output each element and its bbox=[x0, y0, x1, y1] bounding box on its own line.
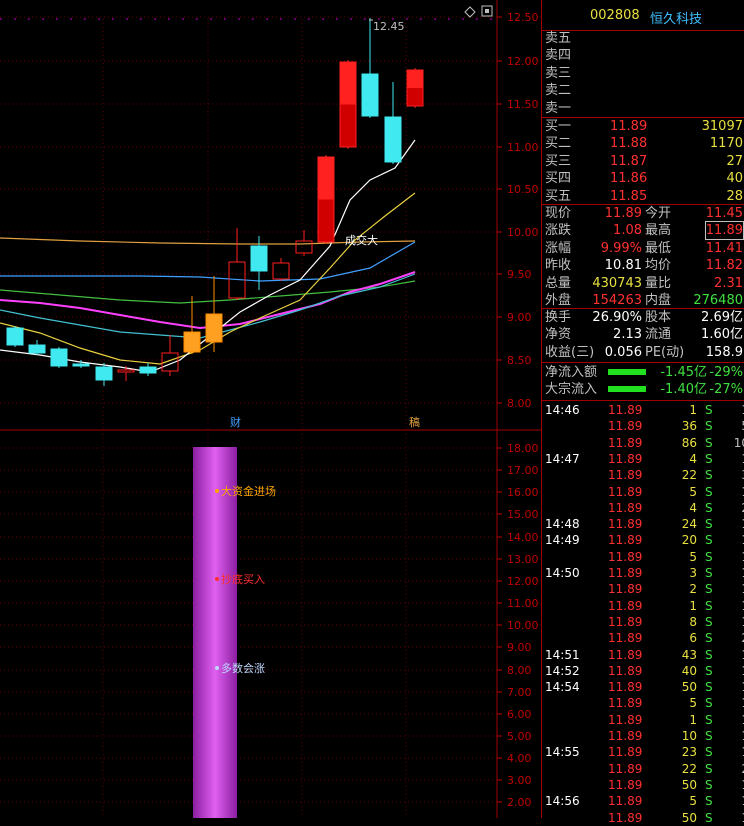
tick-row: 14:5411.8950S1 bbox=[545, 680, 744, 695]
tick-row: 14:5111.8943S1 bbox=[545, 647, 744, 662]
volume-label: 成交大 bbox=[345, 233, 378, 247]
svg-text:多数会涨: 多数会涨 bbox=[221, 661, 265, 675]
quote-stat-row: 涨跌 1.08 最高 11.89 bbox=[545, 221, 744, 241]
fund-row: 净资 2.13 流通 1.60亿 bbox=[545, 327, 743, 343]
indicator-tick: 16.00 bbox=[507, 486, 539, 499]
tick-row: 14:4711.894S1 bbox=[545, 451, 744, 466]
chart-area[interactable]: 12.50 12.00 11.50 11.00 10.50 10.00 9.50 9.00 8.… bbox=[0, 0, 541, 818]
tick-row: 11.8950S1 bbox=[608, 777, 744, 792]
indicator-tick: 11.00 bbox=[507, 597, 539, 610]
tick-row: 11.898S1 bbox=[608, 614, 744, 629]
indicator-tick: 12.00 bbox=[507, 575, 539, 588]
quote-stat-row: 外盘 154263 内盘 276480 bbox=[545, 293, 743, 308]
stock-code: 002808 bbox=[590, 8, 640, 23]
stock-name: 恒久科技 bbox=[650, 12, 703, 27]
tick-row: 14:4911.8920S1 bbox=[545, 533, 744, 548]
tick-row: 11.894S2 bbox=[608, 500, 744, 515]
tick-row: 14:4611.891S1 bbox=[545, 403, 744, 417]
chart-svg[interactable]: 12.50 12.00 11.50 11.00 10.50 10.00 9.50 9.00 8.… bbox=[0, 0, 541, 818]
quote-stat-row: 现价 11.89 今开 11.45 bbox=[545, 206, 743, 221]
svg-text:大资金进场: 大资金进场 bbox=[221, 484, 276, 498]
candle bbox=[317, 155, 335, 244]
tick-row: 11.8922S2 bbox=[608, 761, 744, 776]
indicator-tick: 3.00 bbox=[507, 774, 532, 787]
tick-row: 11.8986S10 bbox=[608, 435, 744, 450]
tick-row: 11.895S1 bbox=[608, 549, 744, 564]
ask-row[interactable]: 卖二 bbox=[542, 82, 744, 99]
high-price-label: 12.45 bbox=[373, 20, 405, 33]
indicator-tick: 15.00 bbox=[507, 508, 539, 521]
tick-row: 11.891S1 bbox=[608, 712, 744, 727]
svg-text:抄底买入: 抄底买入 bbox=[221, 572, 265, 586]
fund-row: 收益(三) 0.056 PE(动) 158.9 bbox=[545, 344, 743, 360]
tick-row: 11.8910S1 bbox=[608, 729, 744, 743]
signal-2: 抄底买入 bbox=[215, 572, 265, 586]
candle bbox=[406, 68, 424, 108]
bid-row[interactable]: 买二 11.88 1170 bbox=[542, 135, 744, 152]
bid-row[interactable]: 买五 11.85 28 bbox=[542, 188, 744, 205]
price-tick: 10.50 bbox=[507, 183, 539, 196]
tick-row: 11.8936S5 bbox=[608, 419, 744, 434]
indicator-tick: 13.00 bbox=[507, 553, 539, 566]
ask-row[interactable]: 卖五 bbox=[542, 30, 744, 47]
candle bbox=[50, 347, 68, 368]
indicator-tick: 10.00 bbox=[507, 619, 539, 632]
indicator-tick: 7.00 bbox=[507, 686, 532, 699]
candle bbox=[6, 326, 24, 347]
price-tick: 8.00 bbox=[507, 397, 532, 410]
marker-gao[interactable]: 稿 bbox=[409, 415, 420, 429]
tick-row: 14:5011.893S1 bbox=[545, 566, 744, 580]
indicator-column bbox=[193, 447, 237, 818]
indicator-tick: 8.00 bbox=[507, 664, 532, 677]
tick-row: 14:5211.8940S1 bbox=[545, 663, 744, 678]
bid-row[interactable]: 买三 11.87 27 bbox=[542, 153, 744, 170]
tick-row: 14:4811.8924S1 bbox=[545, 517, 744, 532]
price-tick: 8.50 bbox=[507, 354, 532, 367]
candle bbox=[339, 60, 357, 149]
indicator-tick: 17.00 bbox=[507, 464, 539, 477]
price-tick: 11.00 bbox=[507, 141, 539, 154]
tick-row: 11.895S1 bbox=[608, 484, 744, 499]
indicator-tick: 14.00 bbox=[507, 531, 539, 544]
marker-cai[interactable]: 财 bbox=[230, 415, 241, 429]
tick-row: 14:5611.895S1 bbox=[545, 794, 744, 809]
ask-row[interactable]: 卖三 bbox=[542, 65, 744, 82]
quote-stat-row: 总量 430743 量比 2.31 bbox=[545, 275, 743, 291]
flow-bar bbox=[608, 369, 646, 375]
signal-1: 大资金进场 bbox=[215, 484, 276, 498]
price-tick: 12.50 bbox=[507, 11, 539, 24]
indicator-tick: 2.00 bbox=[507, 796, 532, 809]
flow-row: 净流入额 -1.45亿 -29% bbox=[545, 365, 743, 380]
indicator-tick: 18.00 bbox=[507, 442, 539, 455]
ask-row[interactable]: 卖一 bbox=[542, 100, 744, 117]
price-tick: 9.50 bbox=[507, 268, 532, 281]
indicator-tick: 6.00 bbox=[507, 708, 532, 721]
tick-row: 11.892S1 bbox=[608, 582, 744, 597]
stock-header: 002808 恒久科技 bbox=[542, 0, 744, 31]
quote-stat-row: 昨收 10.81 均价 11.82 bbox=[545, 258, 743, 274]
quote-panel: 002808 恒久科技 卖五 卖四 卖三 卖二 卖一 买一 11.89 31097 买二 11.8… bbox=[541, 0, 744, 825]
bid-row[interactable]: 买一 11.89 31097 bbox=[542, 118, 744, 135]
flow-bar bbox=[608, 386, 646, 392]
tick-row: 11.8922S3 bbox=[608, 468, 744, 483]
tick-row: 11.896S2 bbox=[608, 631, 744, 646]
price-tick: 12.00 bbox=[507, 55, 539, 68]
flow-row: 大宗流入 -1.40亿 -27% bbox=[545, 382, 743, 397]
price-tick: 10.00 bbox=[507, 226, 539, 239]
fund-row: 换手 26.90% 股本 2.69亿 bbox=[545, 310, 743, 325]
price-tick: 9.00 bbox=[507, 311, 532, 324]
signal-3: 多数会涨 bbox=[215, 661, 265, 675]
ask-row[interactable]: 卖四 bbox=[542, 47, 744, 64]
indicator-tick: 9.00 bbox=[507, 641, 532, 654]
tick-row: 11.895S1 bbox=[608, 696, 744, 711]
tick-row: 14:5511.8923S1 bbox=[545, 745, 744, 760]
price-tick: 11.50 bbox=[507, 98, 539, 111]
quote-stat-row: 涨幅 9.99% 最低 11.41 bbox=[545, 240, 743, 256]
tick-row: 11.891S1 bbox=[608, 598, 744, 613]
indicator-tick: 5.00 bbox=[507, 730, 532, 743]
bid-row[interactable]: 买四 11.86 40 bbox=[542, 170, 744, 187]
indicator-tick: 4.00 bbox=[507, 752, 532, 765]
